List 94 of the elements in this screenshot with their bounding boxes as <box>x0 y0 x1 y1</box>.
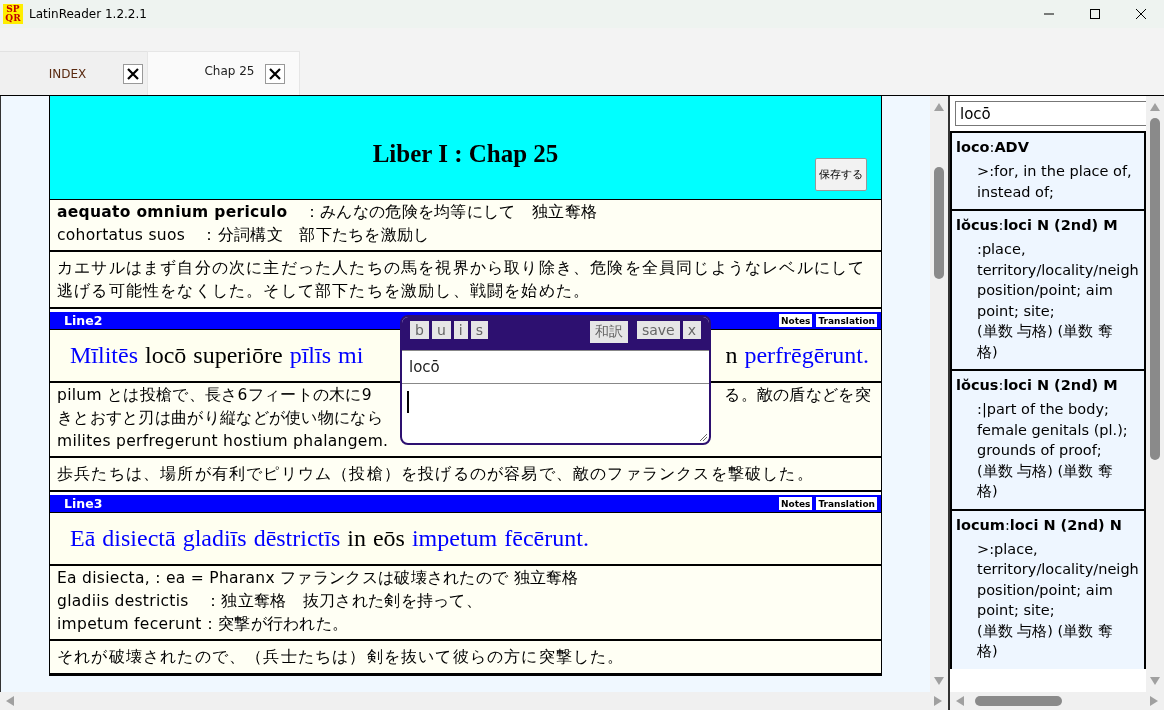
definition-text: 格) <box>976 342 999 362</box>
entry-headword: locum:loci N (2nd) N <box>956 516 1123 533</box>
latin-word[interactable]: superiōre <box>193 342 283 369</box>
popup-button[interactable]: save <box>636 321 680 339</box>
latin-word[interactable]: gladiīs <box>182 525 247 552</box>
window-title: LatinReader 1.2.2.1 <box>29 7 148 21</box>
dictionary-entry[interactable]: lŏcus:loci N (2nd) M :|part of the body; female genitals (pl.); grounds of proof; (単数 与格) (単数 奪 格) <box>950 369 1146 509</box>
word-field[interactable]: locō <box>402 350 709 384</box>
line-label: Line3 <box>64 496 104 511</box>
scroll-right-arrow-icon[interactable] <box>934 696 942 706</box>
definition-text: female genitals (pl.); <box>976 420 1129 440</box>
scroll-left-arrow-icon[interactable] <box>956 696 964 706</box>
latin-word[interactable]: Mīlitēs <box>70 342 138 369</box>
maximize-icon[interactable] <box>1090 9 1100 19</box>
definition-text: territory/locality/neigh <box>976 260 1140 280</box>
note-text: Ea disiecta, : ea = Pharanx ファランクスは破壊されたので 独立奪格 <box>57 568 579 589</box>
definition-text: >:for, in the place of, <box>976 162 1133 181</box>
close-tab-button[interactable] <box>123 63 143 84</box>
search-field[interactable]: locō <box>955 101 1146 126</box>
definition-text: (単数 与格) (単数 奪 <box>976 322 1114 341</box>
resize-grip-icon[interactable] <box>699 433 707 441</box>
definition-text: (単数 与格) (単数 奪 <box>976 461 1114 481</box>
definition-text: instead of; <box>976 182 1055 202</box>
latin-word[interactable]: fēcērunt. <box>504 525 589 552</box>
latin-word[interactable]: mi <box>338 342 364 369</box>
app-logo-icon: SP QR <box>3 4 23 24</box>
close-icon <box>269 67 281 80</box>
entry-headword: lŏcus:loci N (2nd) M <box>956 217 1119 233</box>
scroll-left-arrow-icon[interactable] <box>6 696 14 706</box>
format-button[interactable]: i <box>453 321 468 339</box>
latin-word[interactable]: perfrēgērunt. <box>744 342 869 369</box>
translation-text: 歩兵たちは、場所が有利でピリウム（投槍）を投げるのが容易で、敵のファランクスを撃破した。 <box>57 464 814 485</box>
latin-word[interactable]: impetum <box>411 525 498 552</box>
latin-word[interactable]: Eā <box>70 525 96 552</box>
note-text: る。敵の盾などを突 <box>724 385 871 406</box>
translation-text: カエサルはまず自分の次に主だった人たちの馬を視界から取り除き、危険を全員同じようなレベルにして <box>57 258 866 279</box>
close-icon <box>127 67 139 80</box>
note-text: きとおすと刃は曲がり縦などが使い物になら <box>57 408 383 429</box>
note-text: gladiis destrictis ：独立奪格 抜刀された剣を持って、 <box>57 591 483 612</box>
scroll-down-arrow-icon[interactable] <box>1150 677 1160 685</box>
scroll-down-arrow-icon[interactable] <box>934 677 944 685</box>
text-cursor <box>407 391 409 413</box>
save-button[interactable]: 保存する <box>815 158 867 191</box>
dictionary-entry[interactable]: lŏcus:loci N (2nd) M :place, territory/locality/neigh position/point; aim point; site; (単数 与格) (単数 奪 格) <box>950 209 1146 369</box>
definition-text: point; site; <box>976 301 1056 321</box>
line-label: Line2 <box>64 313 104 328</box>
scrollbar-thumb[interactable] <box>1150 118 1160 460</box>
definition-text: territory/locality/neigh <box>976 560 1140 579</box>
latin-word[interactable]: disiectā <box>102 525 176 552</box>
scrollbar-thumb[interactable] <box>975 696 1062 706</box>
note-text: milites perfregerunt hostium phalangem. <box>57 431 389 452</box>
format-button[interactable]: b <box>410 321 429 339</box>
latin-word[interactable]: locō <box>145 342 187 369</box>
note-text: cohortatus suos ：分詞構文 部下たちを激励し <box>57 225 430 246</box>
popup-button[interactable]: 和訳 <box>589 321 628 343</box>
entry-headword: loco:ADV <box>956 139 1030 155</box>
entry-headword: lŏcus:loci N (2nd) M <box>956 377 1119 393</box>
close-icon[interactable] <box>1136 9 1146 19</box>
scroll-up-arrow-icon[interactable] <box>1150 103 1160 111</box>
translation-button[interactable]: Translation <box>816 497 877 510</box>
definition-text: point; site; <box>976 601 1056 620</box>
scroll-right-arrow-icon[interactable] <box>1150 696 1158 706</box>
note-text: pilum とは投槍で、長さ6フィートの木に9 <box>57 385 372 406</box>
dictionary-entry[interactable]: locum:loci N (2nd) N >:place, territory/locality/neigh position/point; aim point; site; (単数 与格) (単数 奪 格) <box>950 508 1146 669</box>
latin-word[interactable]: in <box>347 525 366 552</box>
definition-text: (単数 与格) (単数 奪 <box>976 621 1114 641</box>
note-text: aequato omnium periculo ：みんなの危険を均等にして 独立奪格 <box>57 202 598 223</box>
translation-text: それが破壊されたので、（兵士たちは）剣を抜いて彼らの方に突撃した。 <box>57 647 625 668</box>
notes-button[interactable]: Notes <box>778 314 813 327</box>
dictionary-entry[interactable]: loco:ADV >:for, in the place of, instead of; <box>950 131 1146 209</box>
definition-text: 格) <box>976 482 999 501</box>
format-button[interactable]: s <box>470 321 488 339</box>
translation-button[interactable]: Translation <box>816 314 877 327</box>
close-tab-button[interactable] <box>265 63 285 84</box>
format-button[interactable]: u <box>431 321 451 339</box>
definition-text: :|part of the body; <box>976 400 1110 420</box>
definition-text: 格) <box>976 642 999 661</box>
latin-word[interactable]: eōs <box>372 525 405 552</box>
chapter-title: Liber I : Chap 25 <box>372 139 559 168</box>
scroll-up-arrow-icon[interactable] <box>934 103 944 111</box>
definition-text: grounds of proof; <box>976 441 1103 460</box>
latin-word[interactable]: n <box>725 342 738 369</box>
note-text: impetum fecerunt：突撃が行われた。 <box>57 614 349 635</box>
latin-word[interactable]: dēstrictīs <box>253 525 341 552</box>
definition-text: position/point; aim <box>976 580 1114 600</box>
scrollbar-thumb[interactable] <box>934 167 944 279</box>
definition-text: position/point; aim <box>976 281 1114 300</box>
tab[interactable]: Chap 25 <box>147 51 300 95</box>
latin-word[interactable]: pīlīs <box>289 342 331 369</box>
translation-text: 逃げる可能性をなくした。そして部下たちを激励し、戦闘を始めた。 <box>57 281 591 302</box>
notes-button[interactable]: Notes <box>778 497 813 510</box>
popup-button[interactable]: x <box>682 321 701 339</box>
definition-text: >:place, <box>976 539 1039 559</box>
definition-text: :place, <box>976 240 1027 259</box>
